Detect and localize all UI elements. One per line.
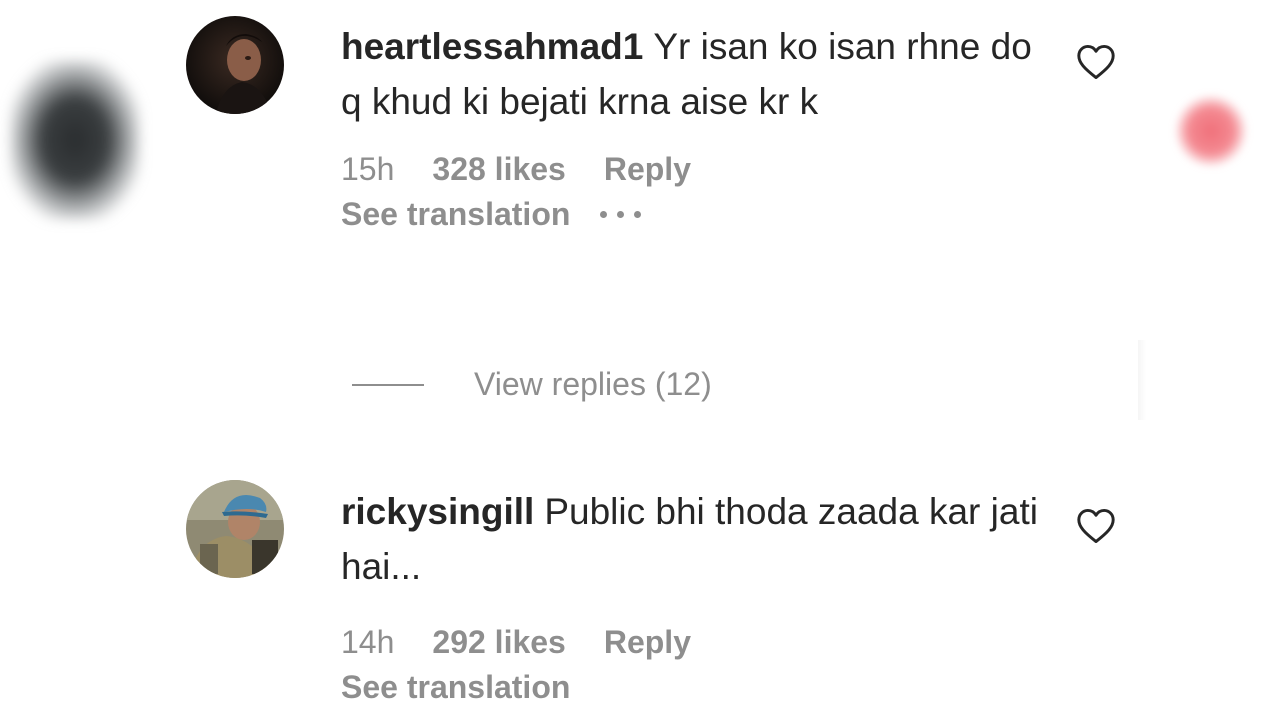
comment-body: heartlessahmad1 Yr isan ko isan rhne do q…: [341, 16, 1041, 233]
avatar[interactable]: [186, 480, 284, 578]
comment-meta: 15h 328 likes Reply: [341, 151, 1041, 188]
heart-outline-icon[interactable]: [1076, 508, 1116, 544]
comment-item: heartlessahmad1 Yr isan ko isan rhne do q…: [186, 16, 1136, 316]
blurred-background-left: [10, 60, 140, 220]
comment-item: rickysingill Public bhi thoda zaada kar j…: [186, 480, 1136, 720]
more-options-icon[interactable]: [600, 211, 642, 218]
view-replies-label: View replies (12): [474, 366, 712, 402]
comment-actions-row: See translation: [341, 196, 1041, 233]
comment-text-block: heartlessahmad1 Yr isan ko isan rhne do q…: [341, 19, 1041, 129]
comment-time[interactable]: 14h: [341, 624, 394, 661]
see-translation-link[interactable]: See translation: [341, 669, 570, 706]
comment-username[interactable]: heartlessahmad1: [341, 26, 643, 67]
comment-actions-row: See translation: [341, 669, 1041, 706]
comment-username[interactable]: rickysingill: [341, 491, 534, 532]
avatar[interactable]: [186, 16, 284, 114]
reply-button[interactable]: Reply: [604, 151, 691, 188]
comment-likes[interactable]: 292 likes: [432, 624, 565, 661]
see-translation-link[interactable]: See translation: [341, 196, 570, 233]
avatar-image: [186, 16, 284, 114]
view-replies-divider: [352, 383, 424, 386]
comment-body: rickysingill Public bhi thoda zaada kar j…: [341, 480, 1041, 706]
avatar-image: [186, 480, 284, 578]
blurred-background-right: [1176, 96, 1246, 166]
blurred-background-edge: [1138, 340, 1146, 420]
heart-outline-icon[interactable]: [1076, 44, 1116, 80]
comment-likes[interactable]: 328 likes: [432, 151, 565, 188]
reply-button[interactable]: Reply: [604, 624, 691, 661]
view-replies-button[interactable]: View replies (12): [352, 366, 712, 403]
comment-time[interactable]: 15h: [341, 151, 394, 188]
comment-text-block: rickysingill Public bhi thoda zaada kar j…: [341, 484, 1041, 594]
comment-meta: 14h 292 likes Reply: [341, 624, 1041, 661]
